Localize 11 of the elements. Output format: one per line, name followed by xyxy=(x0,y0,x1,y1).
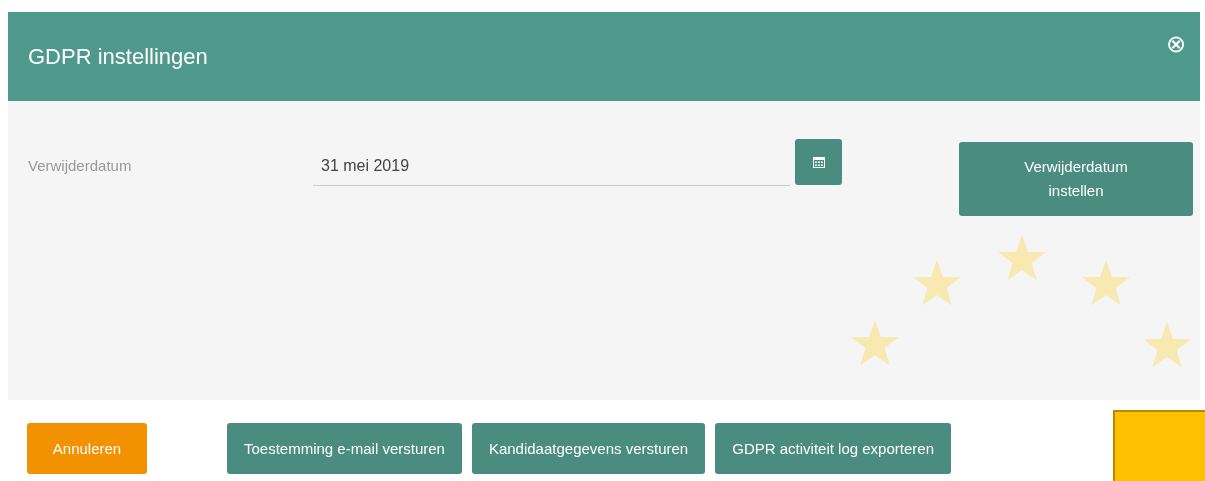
footer-button[interactable]: Annuleren xyxy=(27,423,147,474)
date-field[interactable]: 31 mei 2019 xyxy=(313,149,790,186)
calendar-button[interactable] xyxy=(795,139,842,185)
close-button[interactable]: ⊗ xyxy=(1166,32,1186,56)
footer-button[interactable]: GDPR activiteit log exporteren xyxy=(715,423,951,474)
set-date-button[interactable]: Verwijderdatum instellen xyxy=(959,142,1193,216)
calendar-icon xyxy=(812,156,825,168)
field-label: Verwijderdatum xyxy=(27,156,133,174)
footer-button[interactable]: Kandidaatgegevens versturen xyxy=(471,423,706,474)
footer-button[interactable]: Toestemming e-mail versturen xyxy=(227,423,462,474)
dialog-title: GDPR instellingen xyxy=(28,43,208,70)
